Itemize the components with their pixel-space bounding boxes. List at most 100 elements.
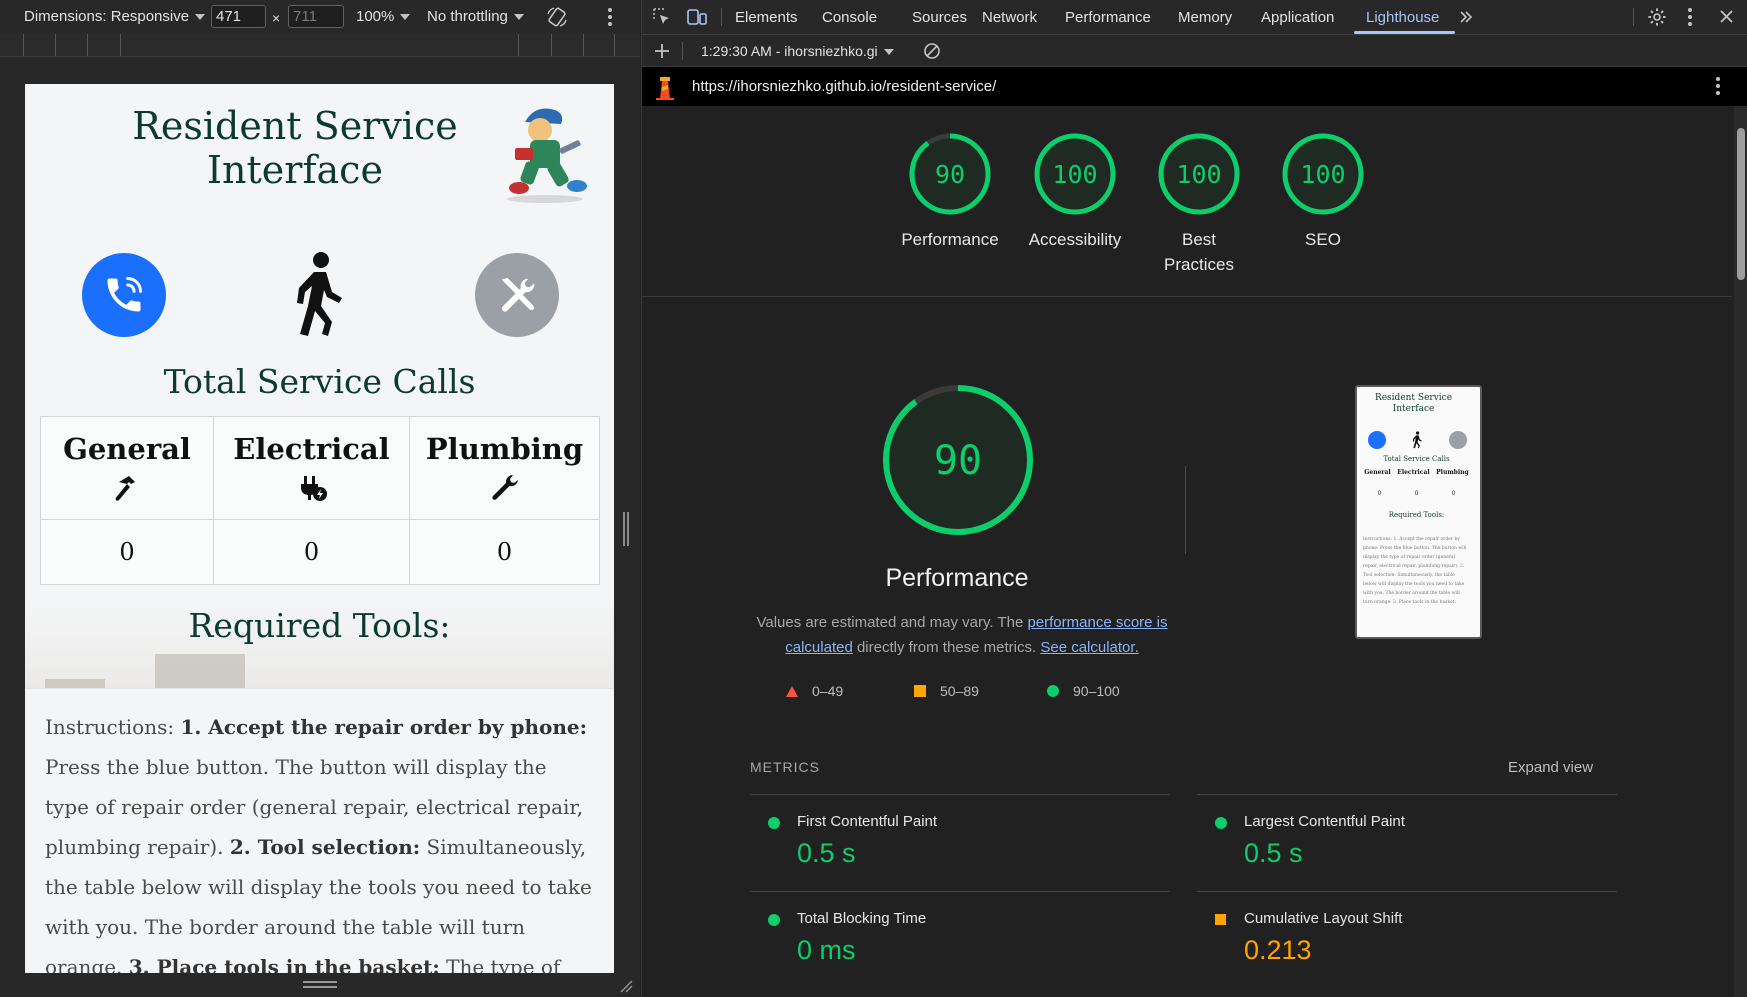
more-tabs-icon[interactable]: [1458, 9, 1474, 25]
legend-average-label: 50–89: [940, 683, 979, 699]
chevron-down-icon: [883, 49, 894, 56]
desc-text-2: directly from these metrics.: [852, 639, 1041, 656]
metric-cls: Cumulative Layout Shift 0.213: [1197, 891, 1617, 988]
column-label: Plumbing: [425, 432, 584, 466]
height-input[interactable]: 711: [288, 5, 344, 28]
phone-call-button[interactable]: [82, 253, 166, 337]
emulated-page: Resident Service Interface Total Service…: [25, 84, 614, 974]
tab-application[interactable]: Application: [1261, 9, 1334, 26]
close-icon[interactable]: [1719, 9, 1734, 24]
electrical-count: 0: [213, 519, 410, 585]
tab-elements[interactable]: Elements: [735, 9, 798, 26]
device-toggle-icon[interactable]: [686, 7, 708, 27]
throttling-dropdown[interactable]: No throttling: [427, 8, 524, 25]
width-input[interactable]: 471: [211, 5, 266, 28]
pass-dot-icon: [1215, 817, 1227, 829]
gauge-ring: 90: [909, 133, 991, 215]
orange-square-icon: [914, 685, 926, 697]
hammer-icon: [115, 476, 135, 501]
gauge-label: SEO: [1305, 230, 1341, 249]
new-report-plus-icon[interactable]: [654, 43, 670, 59]
green-circle-icon: [1047, 685, 1059, 697]
legend-fail: 0–49: [786, 683, 843, 699]
zoom-label: 100%: [356, 8, 395, 25]
general-count: 0: [40, 519, 214, 585]
gauge-accessibility[interactable]: 100 Accessibility: [1010, 132, 1140, 252]
thumb-title-line1: Resident Service: [1374, 393, 1453, 403]
column-plumbing: Plumbing: [409, 416, 600, 520]
thumb-col: Electrical: [1397, 469, 1430, 476]
walking-person-icon[interactable]: [288, 250, 348, 340]
main-score: 90: [934, 438, 982, 484]
report-selector-label: 1:29:30 AM - ihorsniezhko.gi: [701, 43, 878, 59]
scrollbar-thumb[interactable]: [1737, 128, 1745, 280]
column-label: General: [63, 432, 191, 466]
average-square-icon: [1215, 914, 1226, 925]
metric-value: 0.5 s: [1244, 838, 1303, 868]
repairman-mascot-logo: [507, 108, 587, 203]
report-url[interactable]: https://ihorsniezhko.github.io/resident-…: [692, 78, 996, 95]
report-menu-icon[interactable]: [1714, 76, 1722, 96]
desc-text-1: Values are estimated and may vary. The: [756, 614, 1028, 631]
pass-dot-icon: [768, 914, 780, 926]
zoom-dropdown[interactable]: 100%: [356, 8, 411, 25]
settings-gear-icon[interactable]: [1647, 7, 1667, 27]
resize-handle-bottom[interactable]: [0, 973, 640, 997]
gauge-best-practices[interactable]: 100 Best Practices: [1134, 132, 1264, 277]
inspect-element-icon[interactable]: [652, 7, 672, 27]
table-count-row: 0 0 0: [40, 519, 600, 585]
service-calls-table: General Electrical Plumbing 0 0 0: [40, 416, 600, 585]
vertical-divider: [1185, 466, 1186, 554]
gauge-ring: 100: [1034, 133, 1116, 215]
tab-sources[interactable]: Sources: [912, 9, 967, 26]
gauge-performance[interactable]: 90 Performance: [885, 132, 1015, 252]
tools-button[interactable]: [475, 253, 559, 337]
thumb-columns: General Electrical Plumbing: [1361, 469, 1472, 476]
tab-network[interactable]: Network: [982, 9, 1037, 26]
thumb-calls-title: Total Service Calls: [1383, 455, 1450, 463]
gauge-label: Performance: [901, 230, 999, 249]
step2-heading: 2. Tool selection:: [229, 835, 421, 859]
legend-fail-label: 0–49: [812, 683, 844, 699]
metric-name: Total Blocking Time: [797, 910, 927, 927]
final-screenshot-thumbnail[interactable]: Resident Service Interface Total Service…: [1355, 385, 1482, 639]
tab-console[interactable]: Console: [822, 9, 877, 26]
metric-value: 0.213: [1244, 935, 1312, 965]
corner-resize-icon[interactable]: [619, 979, 633, 993]
throttling-label: No throttling: [427, 8, 508, 25]
thumb-phone-button: [1368, 431, 1386, 449]
metrics-heading: METRICS: [750, 759, 820, 775]
report-selector[interactable]: 1:29:30 AM - ihorsniezhko.gi: [701, 43, 894, 59]
lighthouse-toolbar: 1:29:30 AM - ihorsniezhko.gi: [642, 35, 1747, 67]
expand-view-toggle[interactable]: Expand view: [1508, 759, 1593, 776]
tab-performance[interactable]: Performance: [1065, 9, 1151, 26]
clear-reports-icon[interactable]: [923, 42, 941, 60]
device-toolbar: Dimensions: Responsive 471 × 711 100% No…: [0, 0, 640, 35]
thumb-tools-title: Required Tools:: [1388, 511, 1445, 519]
more-options-icon[interactable]: [606, 7, 614, 27]
gauge-seo[interactable]: 100 SEO: [1258, 132, 1388, 252]
tab-lighthouse[interactable]: Lighthouse: [1366, 9, 1439, 26]
performance-description: Values are estimated and may vary. The p…: [752, 610, 1172, 660]
rotate-icon[interactable]: [545, 6, 569, 28]
device-emulation-pane: Dimensions: Responsive 471 × 711 100% No…: [0, 0, 640, 997]
performance-title: Performance: [885, 564, 1029, 592]
resize-handle-right[interactable]: [623, 512, 629, 546]
plug-icon: [300, 476, 327, 501]
metric-value: 0 ms: [797, 935, 856, 965]
tab-memory[interactable]: Memory: [1178, 9, 1232, 26]
gauge-score: 90: [935, 160, 965, 189]
thumb-walking-icon: [1412, 431, 1422, 449]
thumb-tools-button: [1449, 431, 1467, 449]
media-query-ruler[interactable]: [0, 34, 640, 57]
customize-menu-icon[interactable]: [1686, 7, 1694, 27]
legend-average: 50–89: [914, 683, 979, 699]
metric-value: 0.5 s: [797, 838, 856, 868]
performance-main-gauge[interactable]: 90: [878, 380, 1038, 545]
metric-name: Cumulative Layout Shift: [1244, 910, 1403, 927]
dimensions-dropdown[interactable]: Dimensions: Responsive: [24, 8, 206, 25]
metric-lcp: Largest Contentful Paint 0.5 s: [1197, 794, 1617, 891]
required-tools-title: Required Tools:: [188, 606, 451, 645]
see-calculator-link[interactable]: See calculator.: [1040, 639, 1138, 656]
metric-name: First Contentful Paint: [797, 813, 938, 830]
